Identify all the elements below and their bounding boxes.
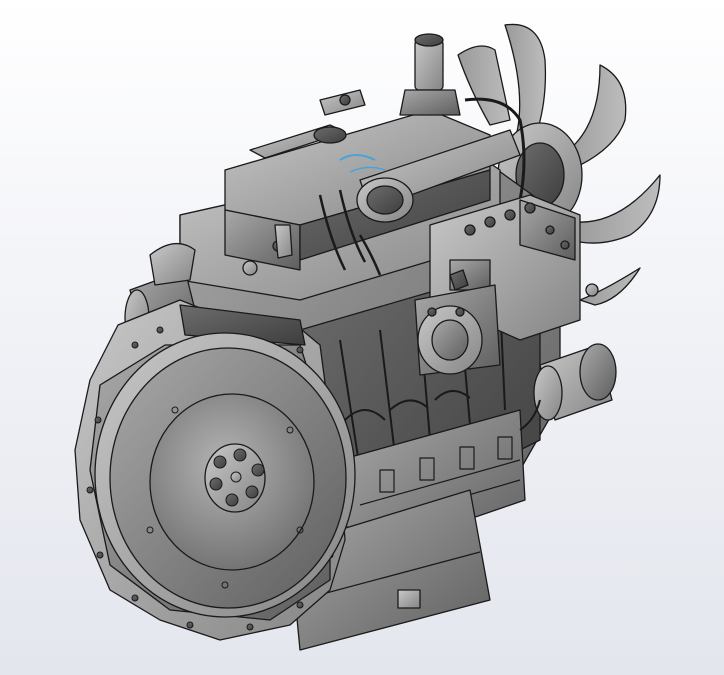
cad-graphics-viewport[interactable] (0, 0, 724, 675)
drain-plug (397, 589, 421, 609)
flywheel (94, 332, 356, 618)
engine-3d-model-icon[interactable] (0, 0, 724, 675)
oil-filler-cap (313, 126, 347, 144)
water-pump (414, 284, 501, 376)
water-outlet (319, 33, 461, 116)
